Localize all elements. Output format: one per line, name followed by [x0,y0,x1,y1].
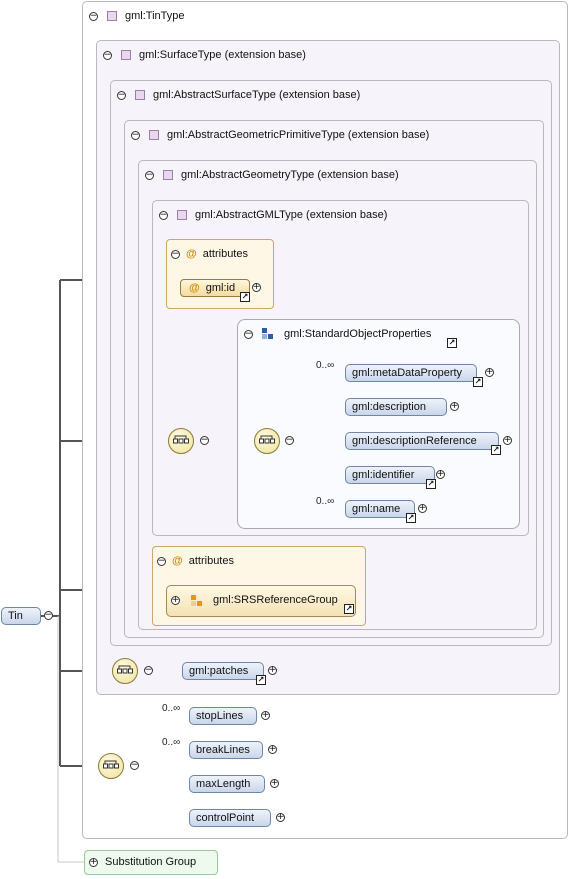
reference-link-icon[interactable]: ↗ [344,604,354,614]
abstract-surface-type-label: gml:AbstractSurfaceType (extension base) [153,89,361,101]
attributes-label: attributes [188,555,234,567]
attribute-icon: @ [172,555,183,567]
reference-link-icon[interactable]: ↗ [447,338,457,348]
attribute-group-icon [191,595,202,606]
collapse-icon[interactable]: − [117,90,126,100]
collapse-icon[interactable]: − [145,170,154,180]
collapse-icon[interactable]: − [157,556,166,566]
element-maxlength[interactable]: maxLength [189,775,265,793]
collapse-icon[interactable]: − [200,436,209,445]
element-label: gml:descriptionReference [352,435,477,447]
collapse-icon[interactable]: − [244,329,253,339]
element-label: gml:name [352,503,401,515]
element-label: gml:patches [189,665,249,677]
reference-link-icon[interactable]: ↗ [473,377,483,387]
reference-link-icon[interactable]: ↗ [491,445,501,455]
expand-icon[interactable]: + [503,436,512,445]
abstract-gml-type-label: gml:AbstractGMLType (extension base) [195,209,388,221]
element-stoplines[interactable]: stopLines [189,707,257,725]
element-label: Tin [8,610,23,622]
substitution-group-box[interactable]: + Substitution Group [84,850,218,875]
expand-icon[interactable]: + [436,470,445,479]
element-label: gml:description [352,401,426,413]
complex-type-icon [135,90,145,100]
element-controlpoint[interactable]: controlPoint [189,809,271,827]
collapse-icon[interactable]: − [131,130,140,140]
complex-type-icon [177,210,187,220]
element-label: breakLines [196,744,250,756]
expand-icon[interactable]: + [171,596,180,605]
attribute-icon: @ [186,248,197,260]
complex-type-icon [107,11,117,21]
expand-icon[interactable]: + [276,813,285,822]
surface-type-label: gml:SurfaceType (extension base) [139,49,306,61]
collapse-icon[interactable]: − [89,11,98,21]
collapse-icon[interactable]: − [103,50,112,60]
complex-type-icon [163,170,173,180]
element-gml-metadataproperty[interactable]: gml:metaDataProperty [345,364,477,382]
collapse-icon[interactable]: − [144,666,153,675]
sequence-glyph [103,760,119,769]
attributes-box: − @ attributes [166,239,274,309]
collapse-icon[interactable]: − [130,761,139,770]
attribute-icon: @ [189,282,200,294]
collapse-icon[interactable]: − [171,249,180,259]
standard-object-properties-label: gml:StandardObjectProperties [284,328,432,340]
element-label: maxLength [196,778,251,790]
attributes-label: attributes [202,248,248,260]
sequence-compositor-icon[interactable] [112,658,138,684]
collapse-icon[interactable]: − [159,210,168,220]
sequence-compositor-icon[interactable] [254,428,280,454]
srs-reference-group[interactable]: + gml:SRSReferenceGroup [166,585,356,617]
element-label: controlPoint [196,812,255,824]
expand-icon[interactable]: + [270,779,279,788]
cardinality-label: 0..∞ [316,360,335,371]
sequence-glyph [117,665,133,674]
element-gml-identifier[interactable]: gml:identifier [345,466,435,484]
reference-link-icon[interactable]: ↗ [256,675,266,685]
element-label: gml:identifier [352,469,415,481]
expand-icon[interactable]: + [418,504,427,513]
substitution-group-label: Substitution Group [105,856,197,868]
expand-icon[interactable]: + [268,666,277,675]
expand-icon[interactable]: + [450,402,459,411]
element-gml-description[interactable]: gml:description [345,398,447,416]
reference-link-icon[interactable]: ↗ [240,292,250,302]
expand-icon[interactable]: + [252,283,261,292]
element-gml-name[interactable]: gml:name [345,500,415,518]
reference-link-icon[interactable]: ↗ [426,479,436,489]
srs-reference-group-label: gml:SRSReferenceGroup [213,594,338,606]
group-icon [262,328,273,339]
cardinality-label: 0..∞ [316,496,335,507]
element-gml-patches[interactable]: gml:patches [182,662,264,680]
sequence-glyph [259,435,275,444]
element-gml-descriptionreference[interactable]: gml:descriptionReference [345,432,499,450]
collapse-icon[interactable]: − [285,436,294,445]
cardinality-label: 0..∞ [162,737,181,748]
tin-type-label: gml:TinType [125,10,185,22]
abstract-geometric-primitive-type-label: gml:AbstractGeometricPrimitiveType (exte… [167,129,430,141]
expand-icon[interactable]: + [485,368,494,377]
standard-object-properties-box: − gml:StandardObjectProperties [237,319,520,529]
sequence-compositor-icon[interactable] [98,753,124,779]
sequence-glyph [173,435,189,444]
element-label: stopLines [196,710,244,722]
abstract-geometry-type-label: gml:AbstractGeometryType (extension base… [181,169,399,181]
sequence-compositor-icon[interactable] [168,428,194,454]
element-breaklines[interactable]: breakLines [189,741,263,759]
collapse-icon[interactable]: − [44,611,53,620]
root-element-tin[interactable]: Tin [1,607,41,625]
expand-icon[interactable]: + [89,858,98,867]
expand-icon[interactable]: + [261,711,270,720]
complex-type-icon [121,50,131,60]
cardinality-label: 0..∞ [162,703,181,714]
expand-icon[interactable]: + [268,745,277,754]
complex-type-icon [149,130,159,140]
element-label: gml:metaDataProperty [352,367,463,379]
reference-link-icon[interactable]: ↗ [406,513,416,523]
attribute-label: gml:id [205,282,236,294]
